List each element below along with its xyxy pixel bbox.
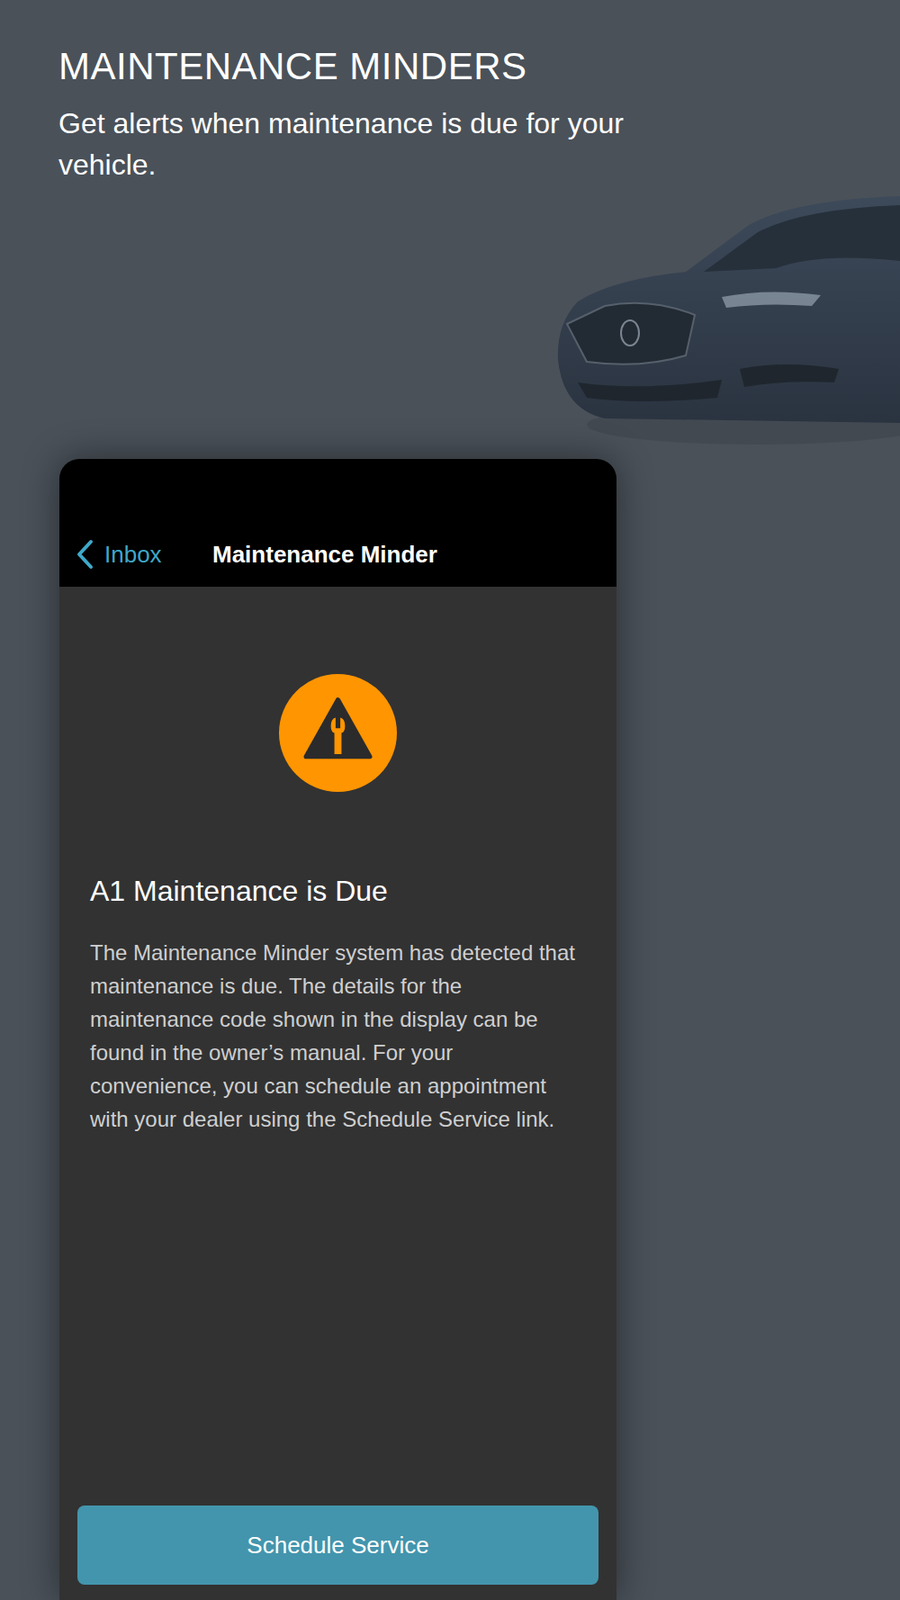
page-subtitle: Get alerts when maintenance is due for y… [58, 102, 689, 186]
page-title: MAINTENANCE MINDERS [58, 43, 842, 90]
message-body: A1 Maintenance is Due The Maintenance Min… [59, 586, 617, 1600]
alert-body: The Maintenance Minder system has detect… [77, 936, 599, 1136]
nav-bar: Inbox Maintenance Minder [59, 459, 617, 587]
back-button[interactable]: Inbox [75, 536, 213, 573]
nav-title: Maintenance Minder [212, 536, 438, 573]
chevron-left-icon [75, 539, 94, 570]
car-row [0, 189, 900, 459]
alert-title: A1 Maintenance is Due [77, 873, 599, 909]
screen: MAINTENANCE MINDERS Get alerts when maint… [0, 0, 900, 1600]
phone: Inbox Maintenance Minder A1 Maintenance is… [59, 459, 617, 1600]
header: MAINTENANCE MINDERS Get alerts when maint… [0, 0, 900, 186]
maintenance-warning-icon [279, 674, 397, 792]
back-label: Inbox [104, 536, 162, 573]
car-picture [550, 189, 900, 459]
schedule-service-button[interactable]: Schedule Service [77, 1505, 599, 1585]
